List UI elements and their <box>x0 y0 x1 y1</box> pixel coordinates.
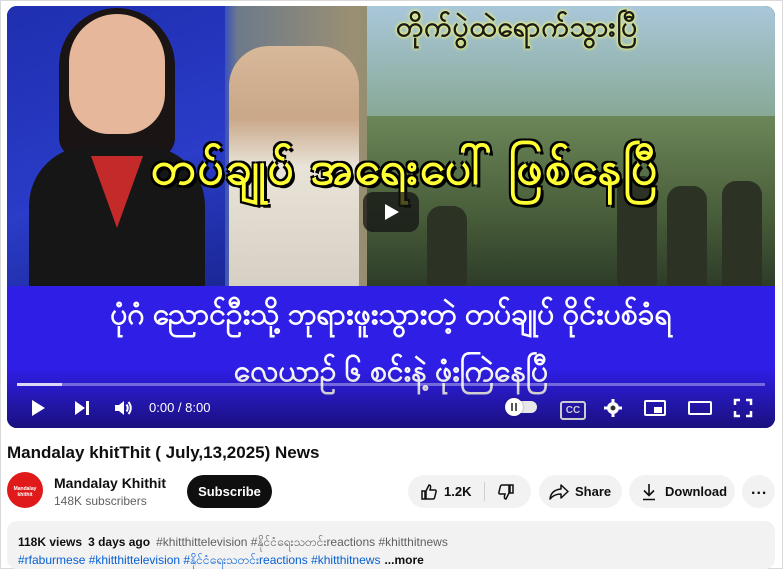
caption-line-1: ပုံဂံ ညောင်ဦးသို့ ဘုရားဖူးသွားတဲ့ တပ်ချု… <box>110 298 672 331</box>
description-line-2: #rfaburmese #khitthittelevision #နိုင်ငံ… <box>18 552 424 569</box>
download-icon <box>643 484 655 501</box>
gear-icon <box>604 399 622 417</box>
video-player[interactable]: တိုက်ပွဲထဲရောက်သွားပြီ တပ်ချုပ် အရေးပေါ်… <box>7 6 775 428</box>
view-count: 118K views <box>18 535 83 549</box>
theater-icon <box>688 401 712 415</box>
like-dislike-group: 1.2K <box>408 475 531 508</box>
download-label: Download <box>665 484 728 499</box>
video-title: Mandalay khitThit ( July,13,2025) News <box>7 443 320 462</box>
description-line-1: 118K views 3 days ago #khitthittelevision … <box>18 534 452 552</box>
subscriber-count: 148K subscribers <box>54 494 147 508</box>
volume-icon <box>115 401 132 415</box>
play-icon <box>32 400 45 416</box>
thumbs-up-icon <box>421 484 437 500</box>
dislike-button[interactable] <box>485 475 531 508</box>
miniplayer-button[interactable] <box>643 394 667 422</box>
share-button[interactable]: Share <box>539 475 622 508</box>
next-icon <box>75 401 89 415</box>
share-label: Share <box>575 484 612 499</box>
thumbs-down-icon <box>498 484 514 500</box>
theater-mode-button[interactable] <box>687 394 713 422</box>
more-actions-button[interactable]: ... <box>742 475 775 508</box>
channel-name[interactable]: Mandalay Khithit <box>54 475 166 491</box>
subtitles-button[interactable]: CC <box>560 401 586 420</box>
avatar-logo-text: Mandalay khithit <box>13 486 37 498</box>
time-display: 0:00 / 8:00 <box>149 400 211 415</box>
pause-icon <box>505 398 523 416</box>
upload-age: 3 days ago <box>88 535 151 549</box>
miniplayer-icon <box>644 400 666 416</box>
progress-bar[interactable] <box>17 383 765 386</box>
play-icon <box>385 204 399 220</box>
next-button[interactable] <box>69 394 95 422</box>
like-count: 1.2K <box>444 484 472 499</box>
hashtag-links[interactable]: #rfaburmese #khitthittelevision #နိုင်ငံ… <box>18 553 380 567</box>
play-button[interactable] <box>25 394 51 422</box>
volume-button[interactable] <box>111 394 137 422</box>
more-horizontal-icon: ... <box>751 481 768 498</box>
overlay-top-text: တိုက်ပွဲထဲရောက်သွားပြီ <box>395 11 639 42</box>
progress-fill <box>17 383 62 386</box>
anchor-face <box>69 14 165 134</box>
show-more-link[interactable]: ...more <box>384 553 423 567</box>
fullscreen-button[interactable] <box>731 394 755 422</box>
subscribe-button[interactable]: Subscribe <box>187 475 272 508</box>
description-box[interactable]: 118K views 3 days ago #khitthittelevision … <box>7 521 775 569</box>
settings-button[interactable] <box>601 394 625 422</box>
share-icon <box>549 484 569 500</box>
channel-avatar[interactable]: Mandalay khithit <box>7 472 43 508</box>
like-button[interactable]: 1.2K <box>408 475 484 508</box>
autoplay-toggle[interactable] <box>505 398 537 416</box>
fullscreen-icon <box>733 398 753 418</box>
hashtag-list[interactable]: #khitthittelevision #နိုင်ငံရေးသတင်းreac… <box>156 535 448 549</box>
download-button[interactable]: Download <box>629 475 735 508</box>
center-play-button[interactable] <box>363 192 419 232</box>
soldier-figure <box>427 206 467 286</box>
